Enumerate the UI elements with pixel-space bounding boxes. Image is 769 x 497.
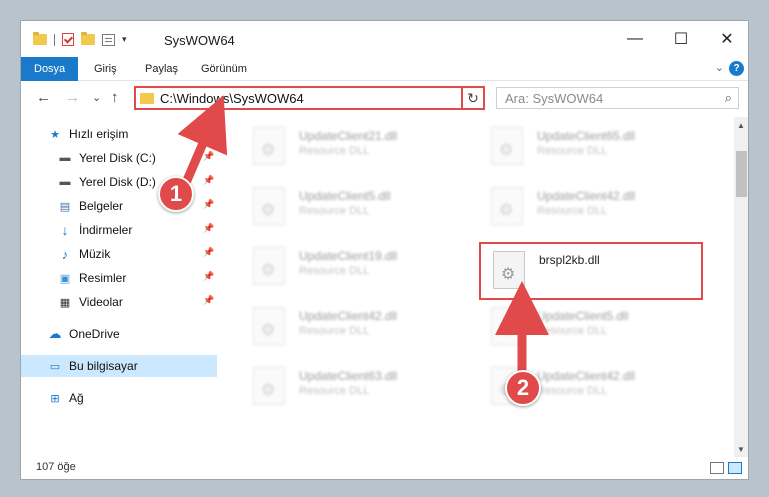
annotation-arrows — [177, 95, 549, 380]
step-2-callout: 2 — [505, 370, 541, 406]
step-1-callout: 1 — [158, 176, 194, 212]
arrow-to-address-bar — [177, 95, 228, 190]
